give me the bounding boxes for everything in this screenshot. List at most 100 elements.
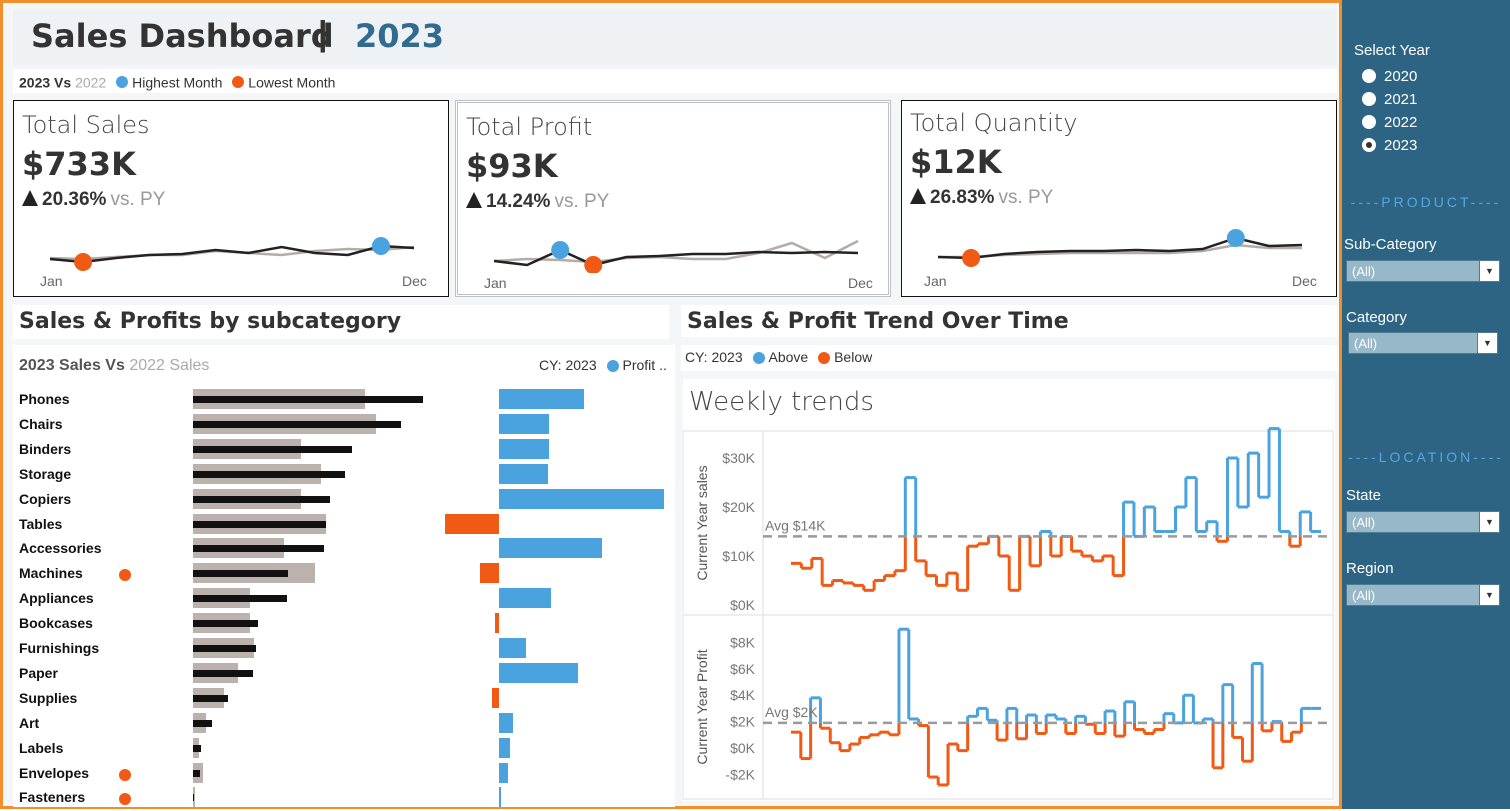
table-row[interactable]: Appliances <box>13 588 675 612</box>
profit-bar <box>499 389 584 409</box>
kpi-total-quantity[interactable]: Total Quantity $12K 26.83% vs. PY Jan Dec <box>901 100 1337 297</box>
subcat-profit-label: Profit .. <box>622 357 667 373</box>
profit-bar <box>499 638 526 658</box>
profit-bar <box>499 737 510 758</box>
year-option-label: 2021 <box>1384 91 1418 108</box>
kpi-total-sales[interactable]: Total Sales $733K 20.36% vs. PY Jan Dec <box>13 100 449 297</box>
header: Sales Dashboard | 2023 <box>13 9 1337 65</box>
table-row[interactable]: Bookcases <box>13 613 675 637</box>
lowest-month-marker[interactable] <box>962 249 981 267</box>
title-separator: | <box>318 15 328 53</box>
cy-sales-bar <box>193 595 287 603</box>
state-select[interactable]: (All) ▼ <box>1346 511 1500 533</box>
quantity-sparkline <box>937 229 1303 267</box>
loss-dot-icon <box>119 793 131 806</box>
cy-sales-bar <box>193 645 256 652</box>
legend-highest: Highest Month <box>132 74 223 91</box>
profit-bar <box>445 513 499 534</box>
radio-icon <box>1362 115 1376 129</box>
highest-month-marker[interactable] <box>1226 229 1245 247</box>
loss-dot-icon <box>119 569 131 582</box>
subcategory-label: Paper <box>19 664 58 681</box>
category-select[interactable]: (All) ▼ <box>1348 332 1498 354</box>
year-option-label: 2022 <box>1384 114 1418 131</box>
average-label: Avg $2K <box>765 704 818 720</box>
year-radio-2020[interactable]: 2020 <box>1362 68 1417 85</box>
kpi-value: $733K <box>22 145 136 183</box>
highest-month-marker[interactable] <box>551 241 570 259</box>
table-row[interactable]: Labels <box>13 737 675 762</box>
state-label: State <box>1346 487 1382 504</box>
table-row[interactable]: Binders <box>13 438 675 463</box>
chevron-down-icon: ▼ <box>1479 261 1499 281</box>
subcategory-label: Appliances <box>19 590 94 607</box>
subcategory-label: Fasteners <box>19 789 86 806</box>
year-radio-2022[interactable]: 2022 <box>1362 114 1417 131</box>
spark-start-label: Jan <box>484 275 507 291</box>
table-row[interactable]: Supplies <box>13 687 675 712</box>
table-row[interactable]: Tables <box>13 513 675 538</box>
lowest-month-marker[interactable] <box>74 253 93 271</box>
profit-bar <box>499 662 578 683</box>
region-select[interactable]: (All) ▼ <box>1346 584 1500 606</box>
kpi-total-profit[interactable]: Total Profit $93K 14.24% vs. PY Jan Dec <box>455 100 891 297</box>
table-row[interactable]: Phones <box>13 389 675 413</box>
table-row[interactable]: Furnishings <box>13 638 675 662</box>
subcategory-label: Machines <box>19 565 83 582</box>
year-radio-2021[interactable]: 2021 <box>1362 91 1417 108</box>
year-radio-2023[interactable]: 2023 <box>1362 137 1417 154</box>
year-option-label: 2020 <box>1384 68 1418 85</box>
kpi-change-value: 26.83% <box>930 187 995 208</box>
current-year-line <box>937 236 1303 260</box>
cy-sales-bar <box>193 620 258 628</box>
cy-sales-bar <box>193 719 212 727</box>
profit-bar <box>480 563 499 584</box>
subcategory-label: Furnishings <box>19 640 100 656</box>
table-row[interactable]: Copiers <box>13 488 675 513</box>
highest-month-marker[interactable] <box>371 237 390 255</box>
profit-bar <box>499 787 501 808</box>
subcategory-select[interactable]: (All) ▼ <box>1346 260 1500 282</box>
subcat-chart-title: 2023 Sales Vs 2022 Sales <box>19 357 209 375</box>
profit-bar <box>492 687 499 708</box>
location-section-header: ----LOCATION---- <box>1348 449 1504 465</box>
y-tick-label: $10K <box>722 548 755 564</box>
radio-icon <box>1362 92 1376 106</box>
above-dot-icon <box>752 352 765 365</box>
subcategory-label: Accessories <box>19 540 102 557</box>
trend-above-label: Above <box>768 349 809 365</box>
trend-cy-label: CY: 2023 <box>685 349 743 365</box>
subcat-cy-label: CY: 2023 <box>539 357 597 373</box>
table-row[interactable]: Storage <box>13 463 675 488</box>
lowest-month-marker[interactable] <box>584 256 603 273</box>
subcat-title-py: 2022 Sales <box>129 357 210 374</box>
subcategory-label: Art <box>19 714 40 731</box>
table-row[interactable]: Fasteners <box>13 787 675 811</box>
table-row[interactable]: Accessories <box>13 538 675 562</box>
region-label: Region <box>1346 560 1394 577</box>
subcat-legend: CY: 2023 Profit .. <box>539 357 667 373</box>
subcategory-label: Chairs <box>19 415 63 432</box>
legend-vs: Vs <box>54 74 72 91</box>
table-row[interactable]: Machines <box>13 563 675 587</box>
table-row[interactable]: Art <box>13 712 675 737</box>
y-axis-title: Current Year sales <box>694 465 710 580</box>
table-row[interactable]: Paper <box>13 662 675 687</box>
y-tick-label: $0K <box>730 740 756 756</box>
region-value: (All) <box>1352 588 1376 603</box>
table-row[interactable]: Envelopes <box>13 762 675 787</box>
table-row[interactable]: Chairs <box>13 413 675 438</box>
filter-sidebar: Select Year 2020 2021 2022 2023 ----PROD… <box>1342 0 1510 809</box>
y-tick-label: $20K <box>722 499 755 515</box>
cy-sales-bar <box>193 769 200 777</box>
chevron-down-icon: ▼ <box>1479 585 1499 605</box>
kpi-vs-label: vs. PY <box>998 187 1054 208</box>
profit-bar <box>495 613 499 634</box>
below-dot-icon <box>818 352 831 365</box>
subcategory-label: Bookcases <box>19 615 93 632</box>
subcategory-value: (All) <box>1352 264 1376 279</box>
cy-sales-bar <box>193 470 345 478</box>
spark-start-label: Jan <box>924 273 947 289</box>
trend-below-label: Below <box>834 349 873 365</box>
highest-dot-icon <box>116 76 129 89</box>
